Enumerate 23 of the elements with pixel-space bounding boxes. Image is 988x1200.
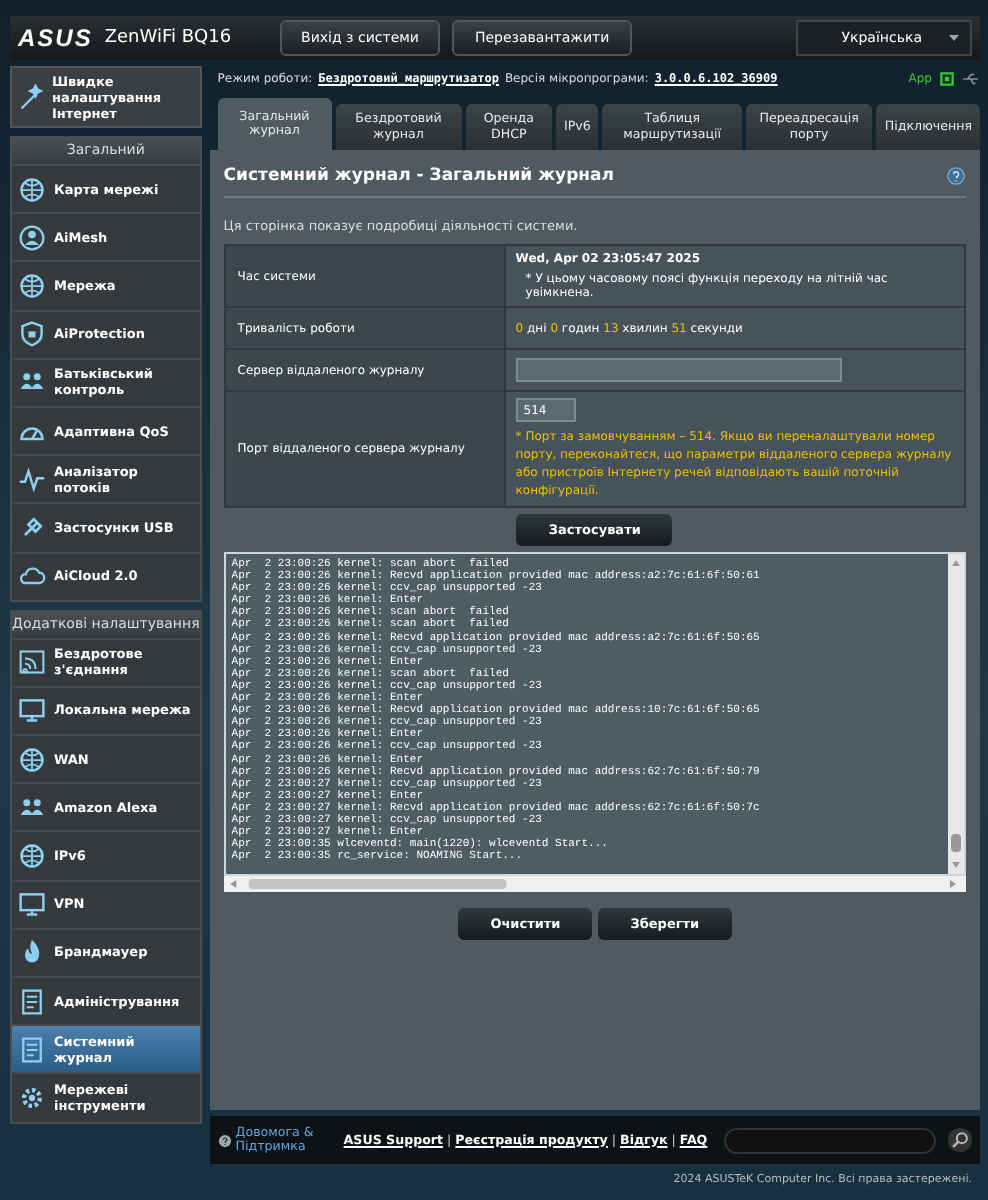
page-title: Системний журнал - Загальний журнал [223,166,614,186]
shield-icon [18,320,46,349]
person-icon [18,223,46,252]
model-name: ZenWiFi BQ16 [104,28,232,48]
server-input[interactable] [515,358,842,382]
globe-icon [18,745,46,774]
globe-icon [18,175,46,204]
document-icon [18,1035,46,1064]
search-button[interactable] [948,1128,972,1152]
caret-icon [946,30,962,46]
brand-logo: ASUS [18,24,93,52]
wave-icon [18,465,46,494]
search-field[interactable] [724,1127,936,1153]
globe-icon [18,271,46,300]
monitor-icon [18,696,46,725]
gear-icon [18,1083,46,1112]
monitor-icon [18,890,46,919]
document-icon [18,987,46,1016]
wifi-icon [18,648,46,677]
question-icon [217,1133,232,1147]
globe-icon [18,842,46,871]
wand-icon [18,83,46,111]
help-icon [946,166,966,186]
